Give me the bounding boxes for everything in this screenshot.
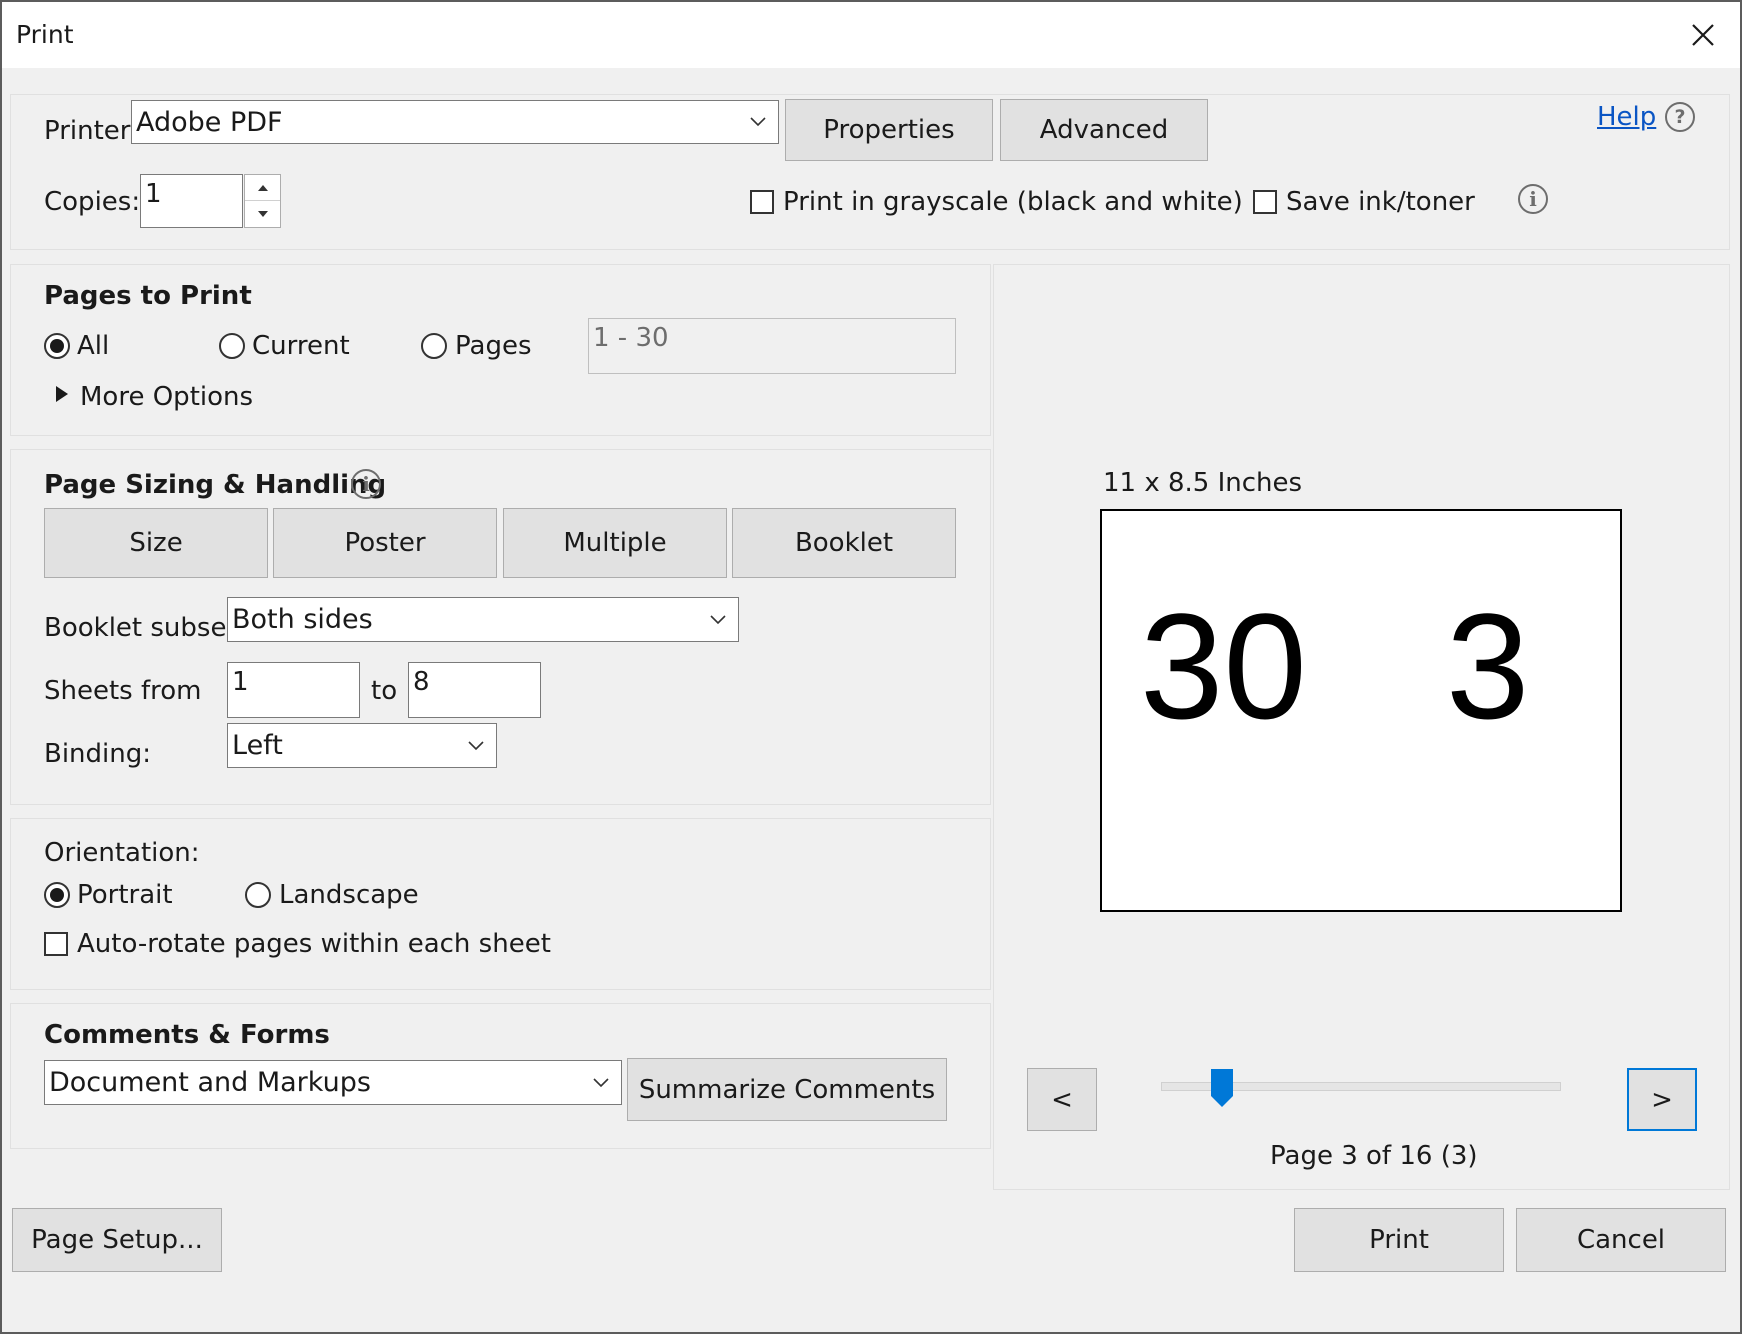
window-title: Print [16,20,74,49]
tab-size[interactable]: Size [44,508,268,578]
autorotate-checkbox[interactable] [44,932,68,956]
page-sizing-heading: Page Sizing & Handling [44,470,387,500]
expand-triangle-icon[interactable] [55,385,69,407]
preview-page: 30 3 [1100,509,1622,912]
properties-button[interactable]: Properties [785,99,993,161]
grayscale-checkbox[interactable] [750,190,774,214]
preview-size-label: 11 x 8.5 Inches [1103,468,1303,498]
tab-multiple[interactable]: Multiple [503,508,727,578]
help-question-icon[interactable]: ? [1665,102,1695,132]
page-slider-thumb[interactable] [1210,1068,1234,1112]
printer-select-value: Adobe PDF [136,106,283,138]
radio-pages-label: Pages [455,331,532,361]
booklet-subset-select[interactable]: Both sides [227,597,739,642]
tab-poster[interactable]: Poster [273,508,497,578]
next-page-button[interactable]: > [1627,1068,1697,1131]
chevron-down-icon [698,598,738,641]
printer-label: Printer: [44,116,139,146]
chevron-down-icon [456,724,496,767]
pages-range-input[interactable]: 1 - 30 [588,318,956,374]
comments-forms-heading: Comments & Forms [44,1020,330,1050]
sheets-from-input[interactable]: 1 [227,662,360,718]
pages-to-print-heading: Pages to Print [44,281,252,311]
close-icon [1692,24,1714,46]
sheets-to-input[interactable]: 8 [408,662,541,718]
page-setup-button[interactable]: Page Setup... [12,1208,222,1272]
binding-select[interactable]: Left [227,723,497,768]
help-link[interactable]: Help [1597,102,1656,132]
more-options-label[interactable]: More Options [80,382,253,412]
radio-landscape-label: Landscape [279,880,419,910]
copies-input[interactable]: 1 [140,174,243,228]
radio-pages[interactable] [421,333,447,359]
print-button[interactable]: Print [1294,1208,1504,1272]
summarize-comments-button[interactable]: Summarize Comments [627,1058,947,1121]
stepper-up-icon[interactable] [245,175,280,201]
save-ink-label: Save ink/toner [1286,187,1475,217]
title-bar [2,2,1740,68]
radio-current[interactable] [219,333,245,359]
cancel-button[interactable]: Cancel [1516,1208,1726,1272]
save-ink-checkbox[interactable] [1253,190,1277,214]
tab-booklet[interactable]: Booklet [732,508,956,578]
chevron-down-icon [738,101,778,143]
preview-right-number: 3 [1446,582,1530,750]
preview-left-number: 30 [1140,582,1307,750]
sheets-to-label: to [371,676,398,706]
info-icon[interactable]: i [1518,184,1548,214]
binding-label: Binding: [44,739,152,769]
copies-label: Copies: [44,187,141,217]
sheets-from-label: Sheets from [44,676,202,706]
comments-forms-value: Document and Markups [49,1067,371,1098]
page-status-label: Page 3 of 16 (3) [1270,1141,1478,1171]
prev-page-button[interactable]: < [1027,1068,1097,1131]
autorotate-label: Auto-rotate pages within each sheet [77,929,551,959]
close-button[interactable] [1678,12,1728,58]
orientation-label: Orientation: [44,838,200,868]
stepper-down-icon[interactable] [245,201,280,227]
radio-portrait-label: Portrait [77,880,173,910]
booklet-subset-value: Both sides [232,604,373,635]
comments-forms-select[interactable]: Document and Markups [44,1060,622,1105]
booklet-subset-label: Booklet subset: [44,613,246,643]
copies-stepper[interactable] [244,174,281,228]
chevron-down-icon [581,1061,621,1104]
binding-value: Left [232,730,283,761]
advanced-button[interactable]: Advanced [1000,99,1208,161]
radio-all-label: All [77,331,110,361]
printer-select[interactable]: Adobe PDF [131,100,779,144]
grayscale-label: Print in grayscale (black and white) [783,187,1243,217]
radio-portrait[interactable] [44,882,70,908]
radio-all[interactable] [44,333,70,359]
radio-landscape[interactable] [245,882,271,908]
page-sizing-info-icon[interactable]: i [351,469,381,499]
radio-current-label: Current [252,331,350,361]
